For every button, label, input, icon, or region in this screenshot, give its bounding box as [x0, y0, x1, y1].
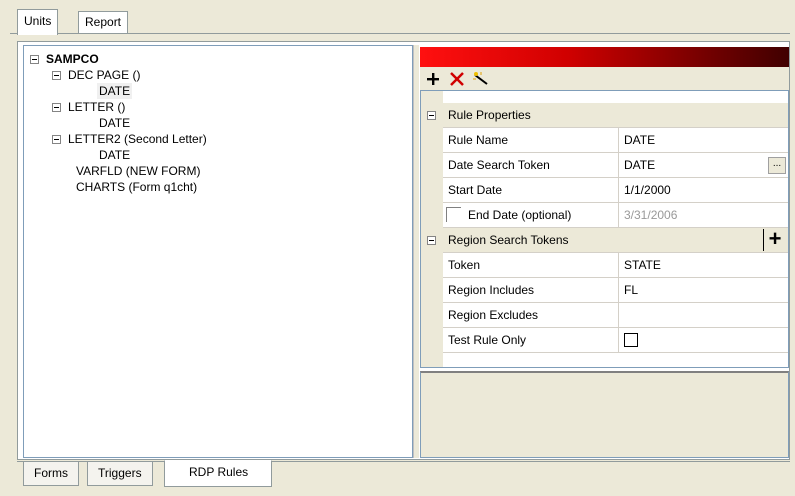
property-label: Token [443, 253, 619, 278]
region-includes-field[interactable]: FL [619, 278, 788, 303]
collapse-icon[interactable] [427, 236, 436, 245]
tree-node-label: VARFLD (NEW FORM) [76, 164, 201, 178]
test-rule-checkbox[interactable] [624, 333, 638, 347]
plus-icon [427, 73, 439, 85]
property-label: Rule Name [443, 128, 619, 153]
tree-node-letter[interactable]: LETTER () [52, 99, 252, 115]
red-x-icon [450, 72, 464, 86]
collapse-icon[interactable] [52, 135, 61, 144]
forms-tree[interactable]: SAMPCO DEC PAGE () DATE LETTER () DATE L… [23, 45, 413, 458]
tree-leaf-label: DATE [97, 83, 133, 99]
category-region-search-tokens[interactable]: Region Search Tokens + [443, 228, 788, 253]
property-label: Test Rule Only [443, 328, 619, 353]
tab-report[interactable]: Report [78, 11, 129, 33]
property-label: Start Date [443, 178, 619, 203]
description-pane [420, 371, 789, 458]
token-field[interactable]: STATE [619, 253, 788, 278]
collapse-icon[interactable] [52, 71, 61, 80]
test-rule-value-cell [619, 328, 788, 353]
property-grid-gutter [421, 91, 443, 367]
top-tab-strip-line [10, 33, 790, 34]
tree-node-label: LETTER2 (Second Letter) [68, 132, 207, 146]
property-label: Region Excludes [443, 303, 619, 328]
tree-node-label: LETTER () [68, 100, 126, 114]
date-token-value: DATE [624, 158, 656, 172]
tree-node-label: DEC PAGE () [68, 68, 141, 82]
tree-node-label: CHARTS (Form q1cht) [76, 180, 198, 194]
end-date-field[interactable]: 3/31/2006 [619, 203, 788, 228]
region-excludes-field[interactable] [619, 303, 788, 328]
tab-triggers[interactable]: Triggers [87, 462, 153, 486]
tree-leaf-label: DATE [99, 116, 131, 130]
category-label: Region Search Tokens [448, 233, 569, 247]
tree-root-label: SAMPCO [46, 52, 99, 66]
category-rule-properties[interactable]: Rule Properties [443, 103, 788, 128]
start-date-field[interactable]: 1/1/2000 [619, 178, 788, 203]
magic-wand-icon [473, 72, 488, 85]
wizard-button[interactable] [470, 69, 492, 89]
tree-node-letter2[interactable]: LETTER2 (Second Letter) [52, 131, 302, 147]
tree-leaf-label: DATE [99, 148, 131, 162]
header-bar [420, 47, 789, 67]
splitter[interactable] [413, 45, 419, 458]
property-label: End Date (optional) [468, 208, 572, 222]
delete-rule-button[interactable] [446, 69, 468, 89]
rule-name-field[interactable]: DATE [619, 128, 788, 153]
end-date-label-cell: End Date (optional) [443, 203, 619, 228]
tab-forms[interactable]: Forms [23, 462, 79, 486]
date-token-field[interactable]: DATE ... [619, 153, 788, 178]
property-label: Date Search Token [443, 153, 619, 178]
window-left-edge [0, 0, 8, 496]
collapse-icon[interactable] [52, 103, 61, 112]
collapse-icon[interactable] [30, 55, 39, 64]
tree-root[interactable]: SAMPCO [28, 51, 228, 67]
collapse-icon[interactable] [427, 111, 436, 120]
ellipsis-button[interactable]: ... [768, 157, 786, 174]
add-token-button[interactable]: + [763, 228, 786, 251]
property-toolbar [420, 67, 789, 91]
add-rule-button[interactable] [422, 69, 444, 89]
property-label: Region Includes [443, 278, 619, 303]
property-grid: Rule Properties Rule Name DATE Date Sear… [420, 90, 789, 368]
tab-units[interactable]: Units [17, 9, 59, 35]
tab-rdp-rules[interactable]: RDP Rules [164, 460, 272, 487]
end-date-checkbox[interactable] [446, 207, 461, 222]
tree-node-dec-page[interactable]: DEC PAGE () [52, 67, 252, 83]
